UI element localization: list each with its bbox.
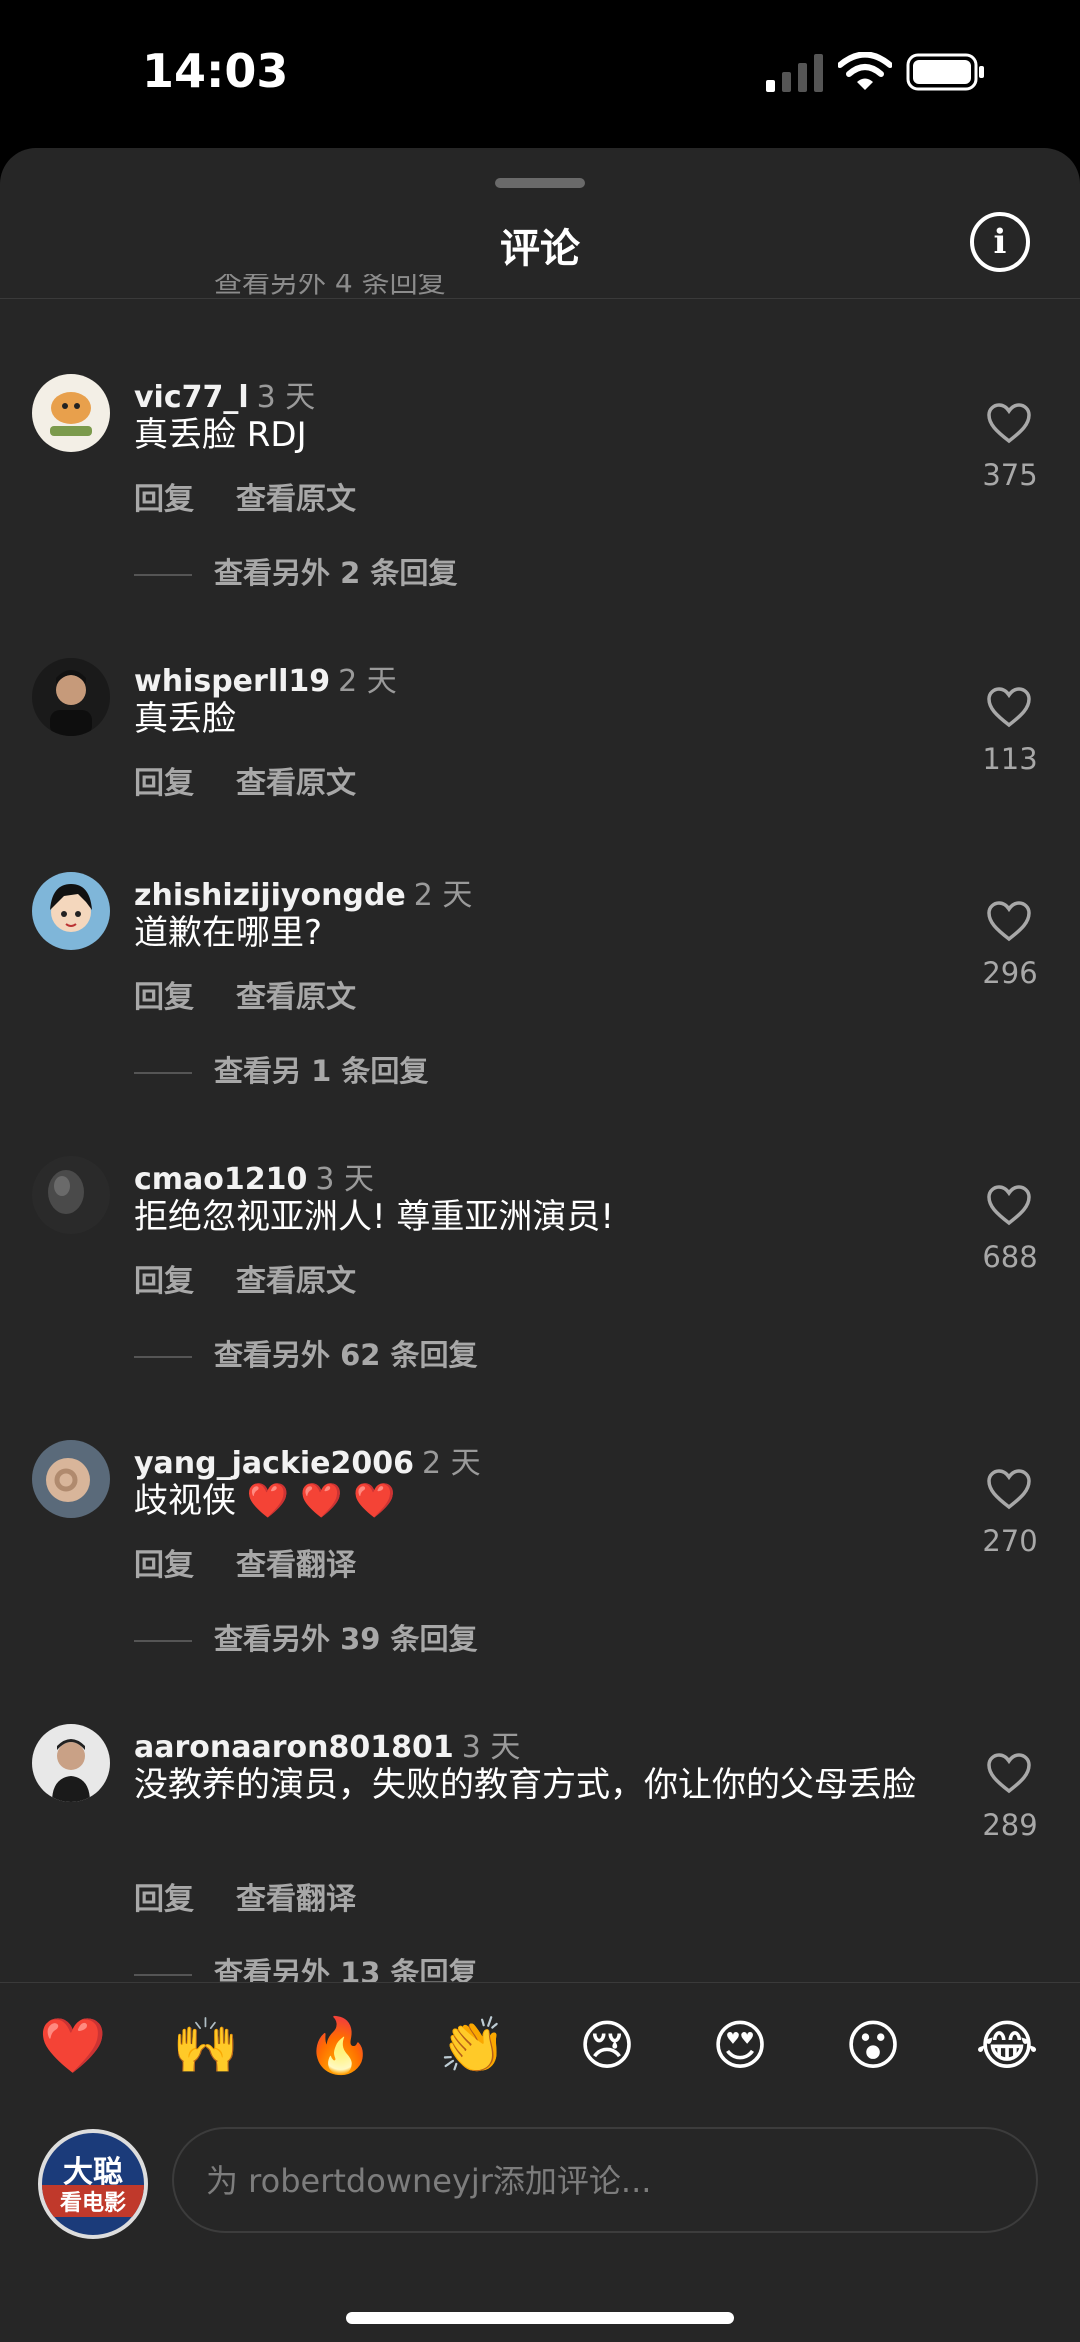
view-replies-label: 查看另外 2 条回复 [214, 556, 458, 590]
like-count: 375 [982, 458, 1038, 492]
divider-line [134, 1356, 192, 1358]
see-translation-button[interactable]: 查看原文 [236, 1264, 356, 1299]
view-replies-label: 查看另 1 条回复 [214, 1054, 429, 1088]
reply-button[interactable]: 回复 [134, 1264, 194, 1299]
heart-icon[interactable] [986, 1184, 1032, 1226]
view-replies-link[interactable]: 查看另外 13 条回复 [134, 1950, 478, 1982]
cellular-signal-icon [766, 54, 823, 92]
status-bar: 14:03 [0, 0, 1080, 146]
view-replies-label: 查看另外 39 条回复 [214, 1622, 478, 1656]
comment-text: 真丢脸 [134, 699, 236, 739]
avatar[interactable] [32, 1156, 110, 1234]
reply-button[interactable]: 回复 [134, 1548, 194, 1583]
see-translation-button[interactable]: 查看原文 [236, 980, 356, 1015]
reply-button[interactable]: 回复 [134, 1882, 194, 1917]
comment-actions: 回复 查看翻译 [134, 1540, 398, 1584]
see-translation-button[interactable]: 查看翻译 [236, 1882, 356, 1917]
comment-header: zhishizijiyongde 2 天 [134, 870, 472, 914]
comment-text: 拒绝忽视亚洲人! 尊重亚洲演员! [134, 1197, 615, 1237]
comment-time: 3 天 [315, 1162, 375, 1197]
view-replies-link[interactable]: 查看另外 2 条回复 [134, 550, 457, 592]
view-replies-link[interactable]: 查看另外 39 条回复 [134, 1616, 478, 1658]
emoji-crying-button[interactable]: 😢 [572, 2011, 642, 2081]
comment-input[interactable] [204, 2129, 1008, 2233]
username[interactable]: whisperll19 [134, 664, 330, 699]
quick-reaction-row: ❤️ 🙌 🔥 👏 😢 😍 😮 😂 [0, 2011, 1080, 2091]
username[interactable]: cmao1210 [134, 1162, 307, 1197]
comment-text: 歧视侠 ❤️ ❤️ ❤️ [134, 1481, 396, 1521]
comment-header: vic77_l 3 天 [134, 372, 315, 416]
comment-time: 3 天 [256, 380, 316, 415]
like-count: 296 [982, 956, 1038, 990]
username[interactable]: zhishizijiyongde [134, 878, 406, 913]
see-translation-button[interactable]: 查看原文 [236, 766, 356, 801]
comment-list: vic77_l 3 天 真丢脸 RDJ 375 回复 查看原文 查看另外 2 条回复… [0, 152, 1080, 1982]
divider-line [134, 574, 192, 576]
avatar[interactable] [32, 658, 110, 736]
emoji-heart-button[interactable]: ❤️ [38, 2011, 108, 2081]
comment-actions: 回复 查看原文 [134, 972, 398, 1016]
emoji-surprised-button[interactable]: 😮 [838, 2011, 908, 2081]
comment-time: 2 天 [338, 664, 397, 699]
home-indicator [346, 2312, 734, 2324]
current-user-avatar[interactable]: 大聪 看电影 [38, 2129, 148, 2239]
wifi-icon [838, 52, 892, 90]
heart-icon[interactable] [986, 402, 1032, 444]
divider-line [134, 1974, 192, 1976]
reply-button[interactable]: 回复 [134, 482, 194, 517]
avatar[interactable] [32, 374, 110, 452]
divider-line [134, 1640, 192, 1642]
heart-icon[interactable] [986, 686, 1032, 728]
view-replies-link[interactable]: 查看另外 62 条回复 [134, 1332, 478, 1374]
status-time: 14:03 [142, 44, 289, 98]
see-translation-button[interactable]: 查看翻译 [236, 1548, 356, 1583]
comment-composer-area: ❤️ 🙌 🔥 👏 😢 😍 😮 😂 大聪 看电影 [0, 1982, 1080, 2342]
comment-header: aaronaaron801801 3 天 [134, 1722, 520, 1766]
comment-actions: 回复 查看原文 [134, 1256, 398, 1300]
comment-text: 真丢脸 RDJ [134, 415, 307, 455]
emoji-clapping-button[interactable]: 👏 [438, 2011, 508, 2081]
heart-icon[interactable] [986, 900, 1032, 942]
username[interactable]: aaronaaron801801 [134, 1730, 454, 1765]
avatar[interactable] [32, 1724, 110, 1802]
comment-header: whisperll19 2 天 [134, 656, 397, 700]
avatar-logo-subtext: 看电影 [42, 2185, 144, 2217]
emoji-heart-eyes-button[interactable]: 😍 [705, 2011, 775, 2081]
comment-actions: 回复 查看翻译 [134, 1874, 398, 1918]
like-count: 289 [982, 1808, 1038, 1842]
comment-input-field[interactable] [172, 2127, 1038, 2233]
comment-text: 没教养的演员，失败的教育方式，你让你的父母丢脸 [134, 1765, 916, 1805]
comment-time: 3 天 [461, 1730, 521, 1765]
reply-button[interactable]: 回复 [134, 766, 194, 801]
view-replies-link[interactable]: 查看另 1 条回复 [134, 1048, 428, 1090]
heart-icon[interactable] [986, 1468, 1032, 1510]
comment-header: yang_jackie2006 2 天 [134, 1438, 481, 1482]
like-count: 688 [982, 1240, 1038, 1274]
view-replies-label: 查看另外 13 条回复 [214, 1956, 478, 1982]
heart-icon[interactable] [986, 1752, 1032, 1794]
avatar[interactable] [32, 872, 110, 950]
see-translation-button[interactable]: 查看原文 [236, 482, 356, 517]
avatar[interactable] [32, 1440, 110, 1518]
comment-actions: 回复 查看原文 [134, 758, 398, 802]
comment-time: 2 天 [422, 1446, 481, 1481]
like-count: 270 [982, 1524, 1038, 1558]
emoji-fire-button[interactable]: 🔥 [305, 2011, 375, 2081]
comment-text: 道歉在哪里? [134, 913, 323, 953]
comment-time: 2 天 [413, 878, 473, 913]
divider-line [134, 1072, 192, 1074]
username[interactable]: yang_jackie2006 [134, 1446, 414, 1481]
username[interactable]: vic77_l [134, 380, 249, 415]
view-replies-label: 查看另外 62 条回复 [214, 1338, 478, 1372]
reply-button[interactable]: 回复 [134, 980, 194, 1015]
battery-icon [906, 53, 984, 91]
emoji-raised-hands-button[interactable]: 🙌 [171, 2011, 241, 2081]
emoji-laughing-button[interactable]: 😂 [972, 2011, 1042, 2081]
comment-header: cmao1210 3 天 [134, 1154, 374, 1198]
like-count: 113 [982, 742, 1038, 776]
comment-actions: 回复 查看原文 [134, 474, 398, 518]
